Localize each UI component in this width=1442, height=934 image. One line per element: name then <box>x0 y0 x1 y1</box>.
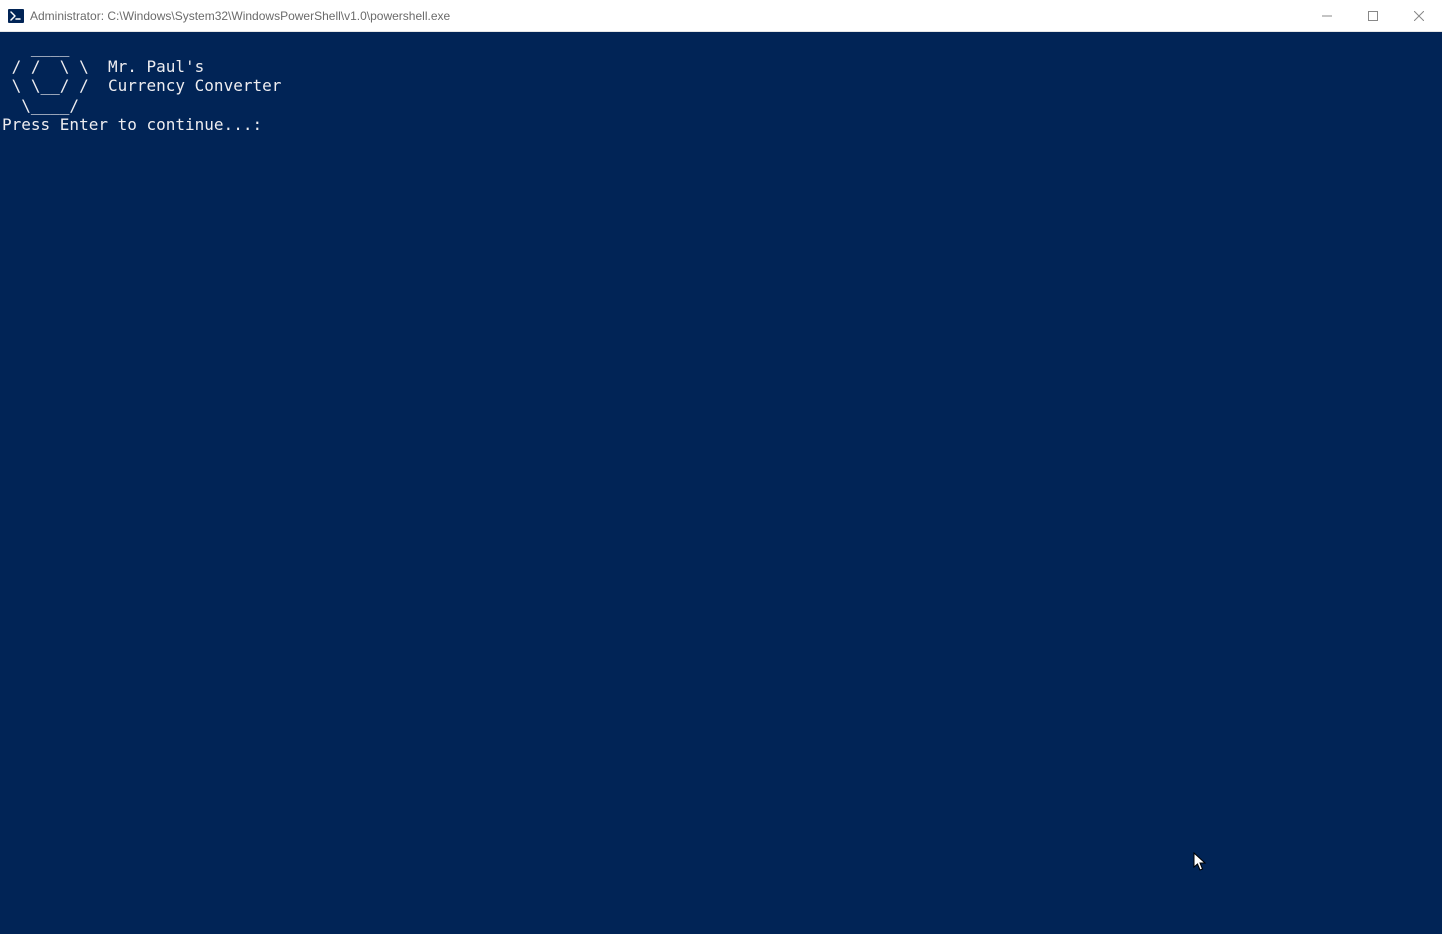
powershell-icon <box>8 8 24 24</box>
window-controls <box>1304 0 1442 31</box>
terminal-area[interactable]: ____ / / \ \ Mr. Paul's \ \__/ / Currenc… <box>0 32 1442 934</box>
app-title-line2: Currency Converter <box>108 76 281 95</box>
ascii-art-line: / / \ \ Mr. Paul's <box>2 57 1442 76</box>
maximize-button[interactable] <box>1350 0 1396 31</box>
app-title-line1: Mr. Paul's <box>108 57 204 76</box>
ascii-art-line: \ \__/ / Currency Converter <box>2 76 1442 95</box>
window-titlebar: Administrator: C:\Windows\System32\Windo… <box>0 0 1442 32</box>
ascii-art-line: \____/ <box>2 96 1442 115</box>
window-title: Administrator: C:\Windows\System32\Windo… <box>30 9 1304 23</box>
ascii-art-line: ____ <box>2 38 1442 57</box>
prompt-line: Press Enter to continue...: <box>2 115 1442 134</box>
minimize-button[interactable] <box>1304 0 1350 31</box>
close-button[interactable] <box>1396 0 1442 31</box>
